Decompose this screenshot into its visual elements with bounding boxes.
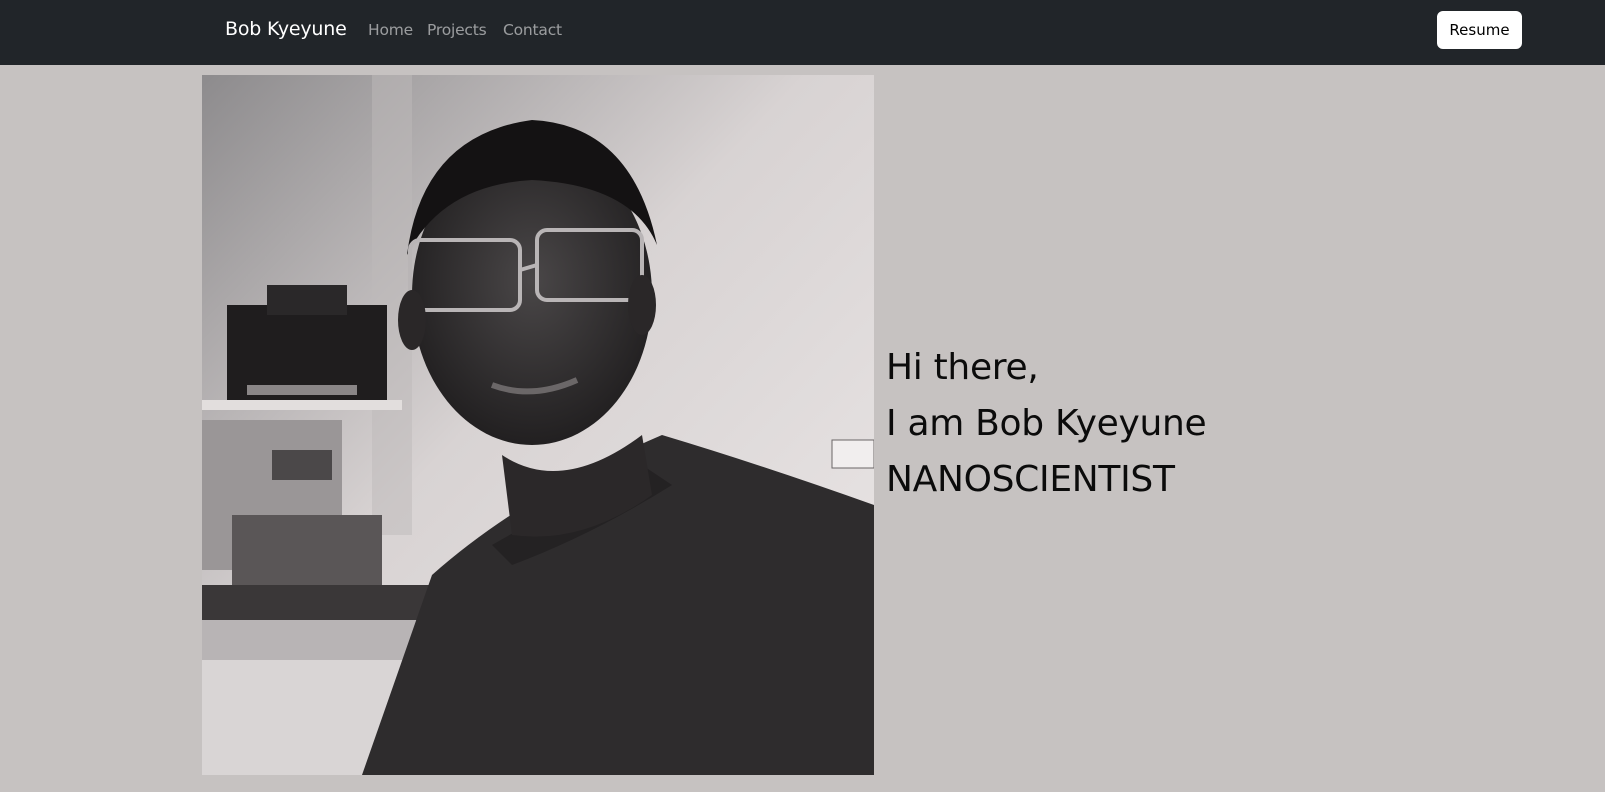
nav-link-contact[interactable]: Contact xyxy=(503,21,562,39)
hero-intro: Hi there, I am Bob Kyeyune NANOSCIENTIST xyxy=(886,340,1207,508)
resume-button[interactable]: Resume xyxy=(1437,11,1522,49)
hero-greeting: Hi there, xyxy=(886,347,1039,388)
hero-title: NANOSCIENTIST xyxy=(886,459,1175,500)
top-navbar: Bob Kyeyune Home Projects Contact Resume xyxy=(0,0,1605,65)
brand-link[interactable]: Bob Kyeyune xyxy=(225,18,347,40)
nav-link-projects[interactable]: Projects xyxy=(427,21,487,39)
nav-link-home[interactable]: Home xyxy=(368,21,413,39)
profile-photo xyxy=(202,75,874,775)
hero-name: I am Bob Kyeyune xyxy=(886,403,1207,444)
profile-photo-image xyxy=(202,75,874,775)
